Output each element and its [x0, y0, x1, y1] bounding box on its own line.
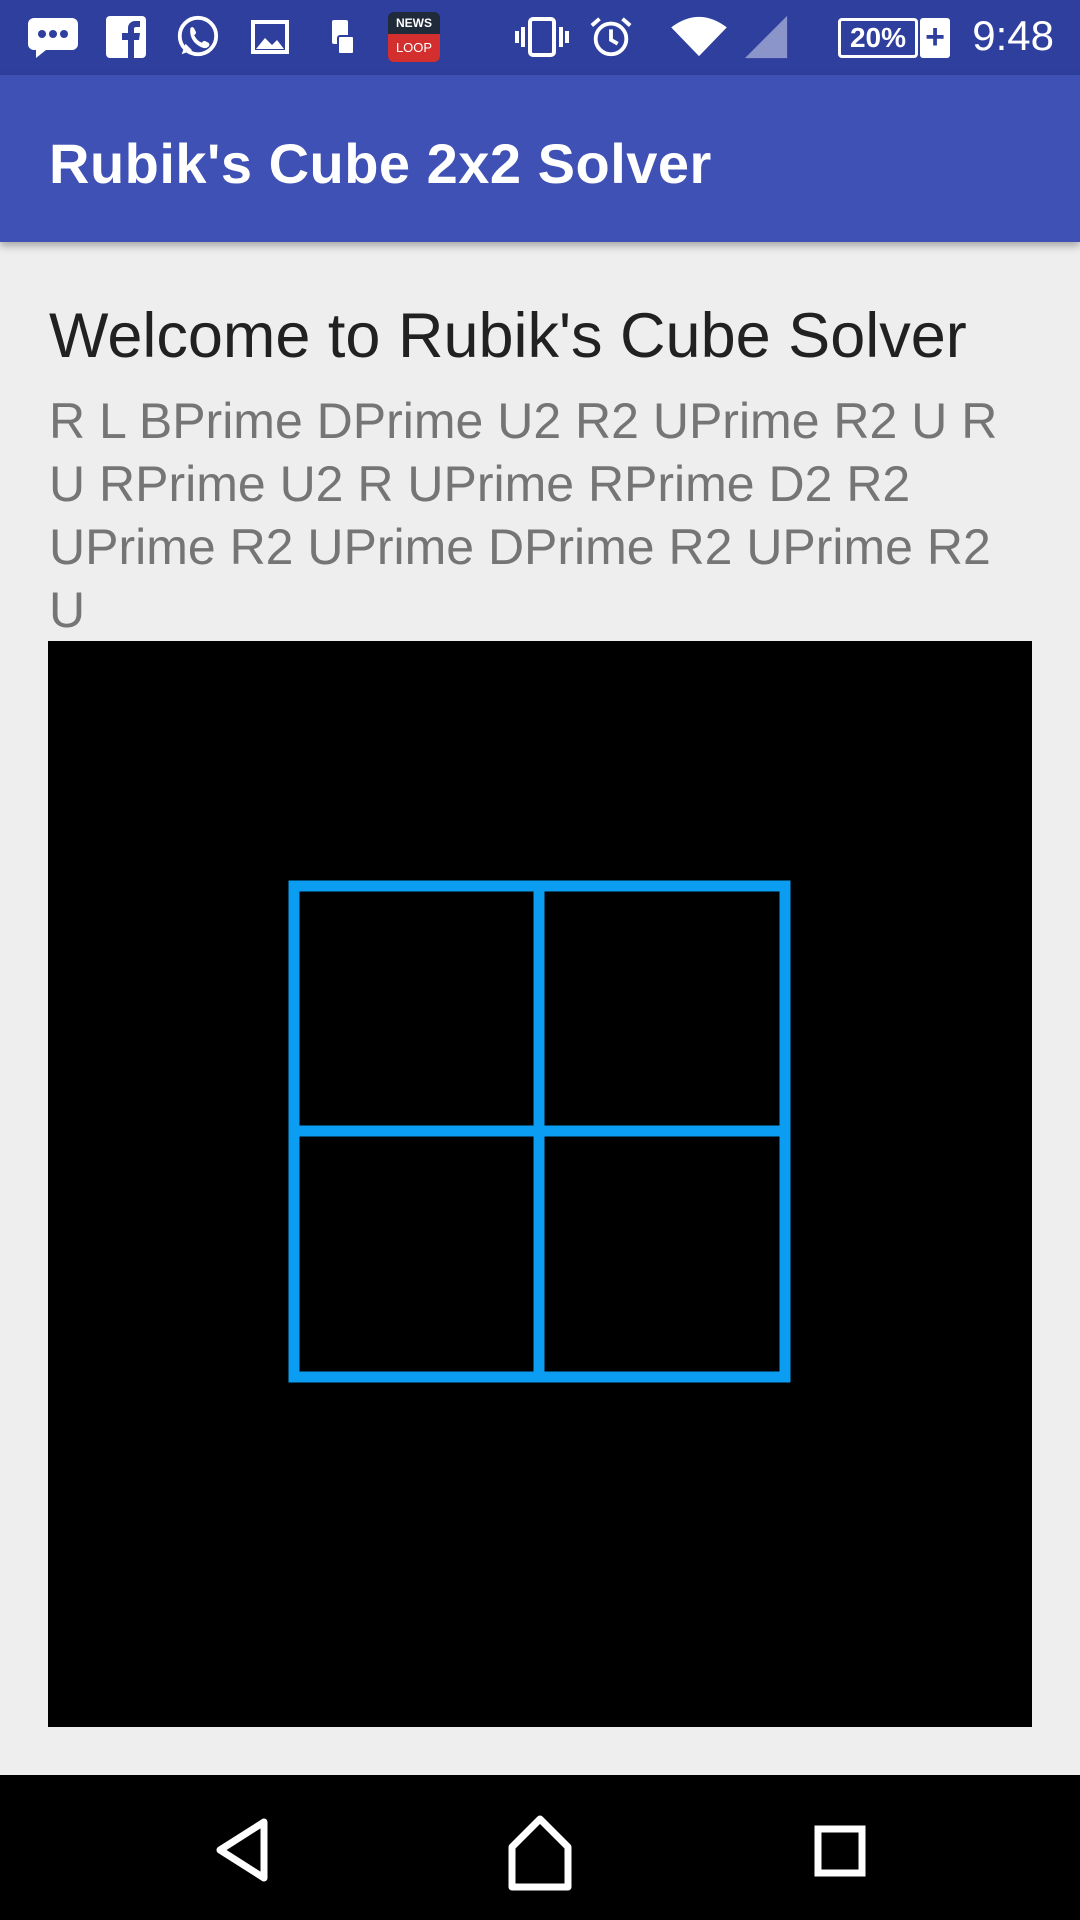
gallery-icon — [251, 20, 289, 54]
facebook-icon — [106, 16, 146, 58]
app-title: Rubik's Cube 2x2 Solver — [49, 132, 712, 195]
cube-view[interactable] — [48, 641, 1032, 1727]
welcome-heading: Welcome to Rubik's Cube Solver — [49, 301, 967, 371]
back-icon[interactable] — [162, 1775, 322, 1920]
app-bar: Rubik's Cube 2x2 Solver — [0, 75, 1080, 242]
news-loop-icon: NEWS LOOP — [388, 12, 440, 62]
navigation-bar — [0, 1775, 1080, 1920]
messenger-icon — [28, 18, 78, 58]
battery-charging-indicator: + — [920, 18, 950, 58]
solution-moves-text: R L BPrime DPrime U2 R2 UPrime R2 U R U … — [49, 393, 998, 638]
news-badge-top: NEWS — [396, 16, 432, 30]
alarm-icon — [590, 17, 632, 57]
battery-percent: 20% — [849, 22, 907, 53]
status-time: 9:48 — [972, 12, 1054, 59]
vibrate-icon — [515, 17, 569, 57]
whatsapp-icon — [177, 15, 219, 57]
phone-storage-icon — [332, 20, 355, 55]
signal-icon — [744, 15, 788, 59]
battery-icon: 20% — [838, 18, 918, 58]
cube-face-grid[interactable] — [48, 641, 1032, 1727]
status-bar: NEWS LOOP 20% + 9:48 — [0, 0, 1080, 75]
home-icon[interactable] — [460, 1775, 620, 1920]
wifi-icon — [671, 16, 727, 57]
news-badge-bottom: LOOP — [388, 34, 440, 62]
recents-icon[interactable] — [760, 1775, 920, 1920]
